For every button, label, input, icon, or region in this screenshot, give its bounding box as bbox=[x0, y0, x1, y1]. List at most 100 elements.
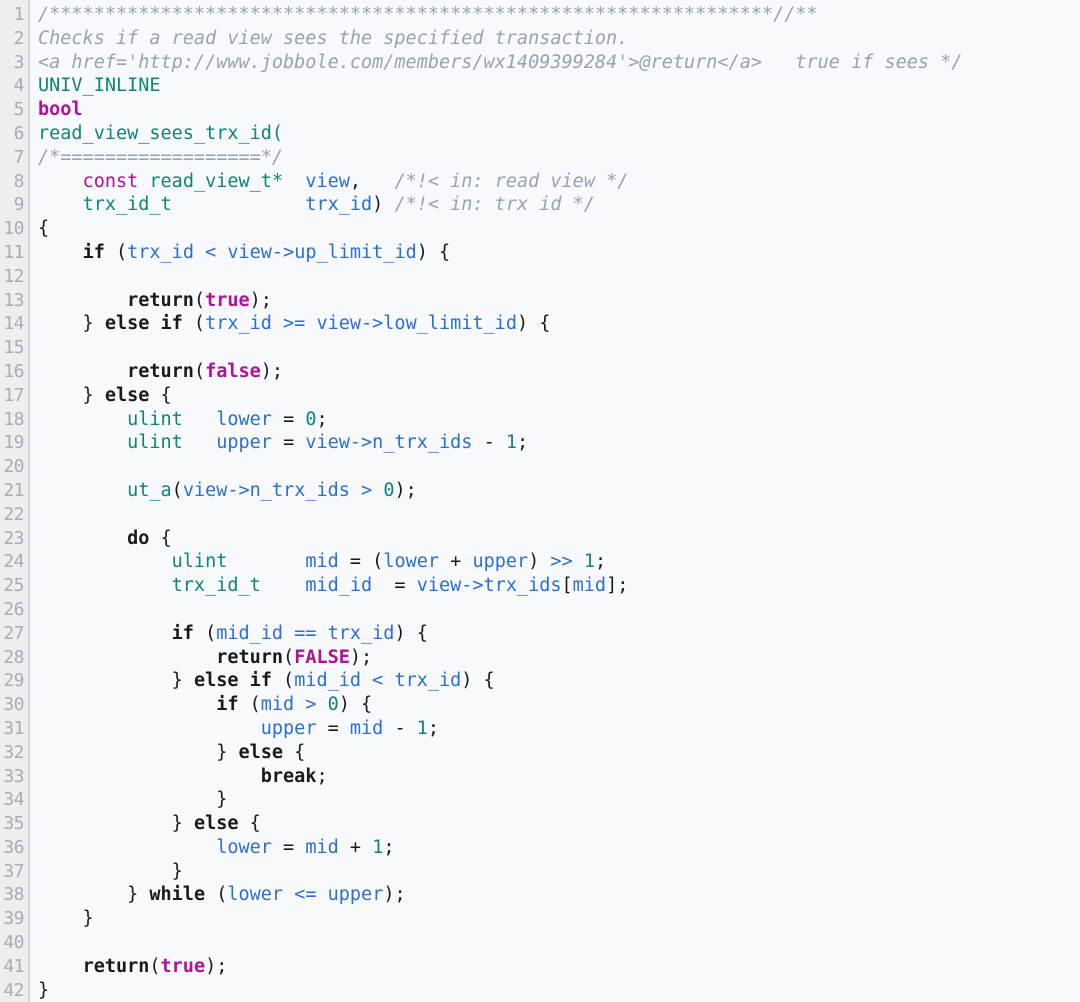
token-mod: const bbox=[82, 170, 139, 192]
code-line: return(FALSE); bbox=[38, 646, 1080, 670]
token-id: mid bbox=[572, 575, 607, 597]
token-pln: ); bbox=[349, 646, 373, 668]
token-pln: ( bbox=[171, 479, 183, 501]
code-line: } else { bbox=[38, 741, 1080, 765]
token-typ: trx_id_t bbox=[171, 575, 261, 597]
token-id: lower bbox=[216, 836, 272, 858]
line-number: 37 bbox=[3, 860, 24, 882]
line-number: 6 bbox=[13, 122, 25, 144]
line-number: 23 bbox=[3, 527, 24, 549]
token-pln: = bbox=[372, 575, 417, 597]
token-pln: ); bbox=[260, 360, 284, 382]
token-id: lower bbox=[383, 551, 440, 573]
token-pln bbox=[38, 575, 172, 596]
code-viewer[interactable]: 1 2 3 4 5 6 7 8 9 10 11 12 13 14 15 16 17 18 19 20 21 22 23 24 2… bbox=[0, 0, 1080, 1002]
token-num: 1 bbox=[505, 432, 517, 454]
line-number: 32 bbox=[3, 741, 24, 763]
code-line: } while (lower <= upper); bbox=[38, 883, 1080, 907]
token-pln: - bbox=[472, 432, 506, 454]
token-pln: { bbox=[149, 384, 172, 406]
token-op: > bbox=[361, 479, 373, 501]
token-op: == bbox=[294, 622, 317, 644]
line-number: 9 bbox=[13, 194, 25, 216]
token-pln bbox=[283, 623, 294, 644]
token-kw: return bbox=[82, 955, 150, 977]
token-typ: ulint bbox=[171, 551, 228, 573]
token-pln bbox=[283, 884, 294, 905]
token-kw: while bbox=[149, 884, 206, 906]
token-id: trx_id bbox=[394, 670, 462, 692]
token-pln bbox=[38, 242, 83, 263]
code-line: return(true); bbox=[38, 955, 1080, 979]
token-id: lower bbox=[216, 408, 272, 430]
code-line: /*==================*/ bbox=[38, 146, 1080, 170]
code-line: } else { bbox=[38, 384, 1080, 408]
code-line: lower = mid + 1; bbox=[38, 836, 1080, 860]
code-line: ulint lower = 0; bbox=[38, 408, 1080, 432]
token-op: < bbox=[372, 670, 384, 692]
token-pln: ( bbox=[283, 646, 295, 668]
token-pln bbox=[172, 194, 306, 215]
token-pln bbox=[261, 575, 306, 596]
code-line: { bbox=[38, 217, 1080, 241]
token-pln: } bbox=[38, 908, 94, 930]
token-pln bbox=[38, 956, 83, 977]
token-pln: ( bbox=[193, 622, 217, 644]
code-line: } bbox=[38, 788, 1080, 812]
token-id: view bbox=[305, 170, 350, 192]
token-lit: true bbox=[205, 289, 250, 311]
token-pln: ; bbox=[316, 408, 328, 430]
token-pln bbox=[38, 837, 216, 858]
code-line: ut_a(view->n_trx_ids > 0); bbox=[38, 479, 1080, 503]
token-typ: read_view_t* bbox=[149, 170, 284, 192]
token-pln bbox=[38, 766, 261, 787]
token-pln bbox=[38, 194, 83, 215]
token-id: view->n_trx_ids bbox=[182, 479, 350, 501]
token-id: upper bbox=[472, 551, 529, 573]
token-pln bbox=[38, 528, 127, 549]
token-kw: if bbox=[82, 241, 105, 263]
token-pln: ) bbox=[372, 194, 395, 216]
token-pln: - bbox=[383, 717, 417, 739]
token-pln: ) bbox=[528, 551, 551, 573]
token-id: mid_id bbox=[216, 622, 284, 644]
token-kw: else if bbox=[104, 313, 183, 335]
code-line: upper = mid - 1; bbox=[38, 717, 1080, 741]
token-pln bbox=[316, 623, 327, 644]
token-num: 1 bbox=[416, 717, 428, 739]
token-pln bbox=[283, 171, 305, 192]
token-pln bbox=[38, 409, 127, 430]
token-pln bbox=[350, 480, 361, 501]
code-content-area[interactable]: /***************************************… bbox=[30, 0, 1080, 1002]
token-cmt: /***************************************… bbox=[38, 4, 818, 25]
token-pln: ); bbox=[205, 955, 228, 977]
token-pln bbox=[38, 290, 127, 311]
token-kw: if bbox=[216, 694, 239, 716]
token-id: mid_id bbox=[305, 575, 373, 597]
token-pln: { bbox=[283, 741, 306, 763]
token-pln: } bbox=[38, 813, 194, 835]
token-lit: true bbox=[160, 955, 206, 977]
token-pln: ; bbox=[383, 836, 395, 858]
code-line: bool bbox=[38, 98, 1080, 122]
token-pln bbox=[38, 694, 216, 715]
code-line: do { bbox=[38, 527, 1080, 551]
token-pln bbox=[38, 171, 83, 192]
token-num: 0 bbox=[305, 408, 317, 430]
code-line: if (mid_id == trx_id) { bbox=[38, 622, 1080, 646]
token-pln bbox=[183, 432, 216, 453]
token-pln bbox=[194, 242, 205, 263]
token-pln: ) { bbox=[416, 241, 451, 263]
token-pln: ( bbox=[193, 289, 206, 311]
token-pln bbox=[138, 171, 149, 192]
token-pln: = bbox=[271, 836, 306, 858]
token-typ: ulint bbox=[127, 432, 183, 454]
token-kw: break bbox=[260, 765, 317, 787]
token-pln: ); bbox=[394, 479, 417, 501]
token-pln: ); bbox=[249, 289, 272, 311]
code-line: read_view_sees_trx_id( bbox=[38, 122, 1080, 146]
line-number: 42 bbox=[3, 979, 24, 1001]
token-kw: else if bbox=[193, 670, 272, 692]
